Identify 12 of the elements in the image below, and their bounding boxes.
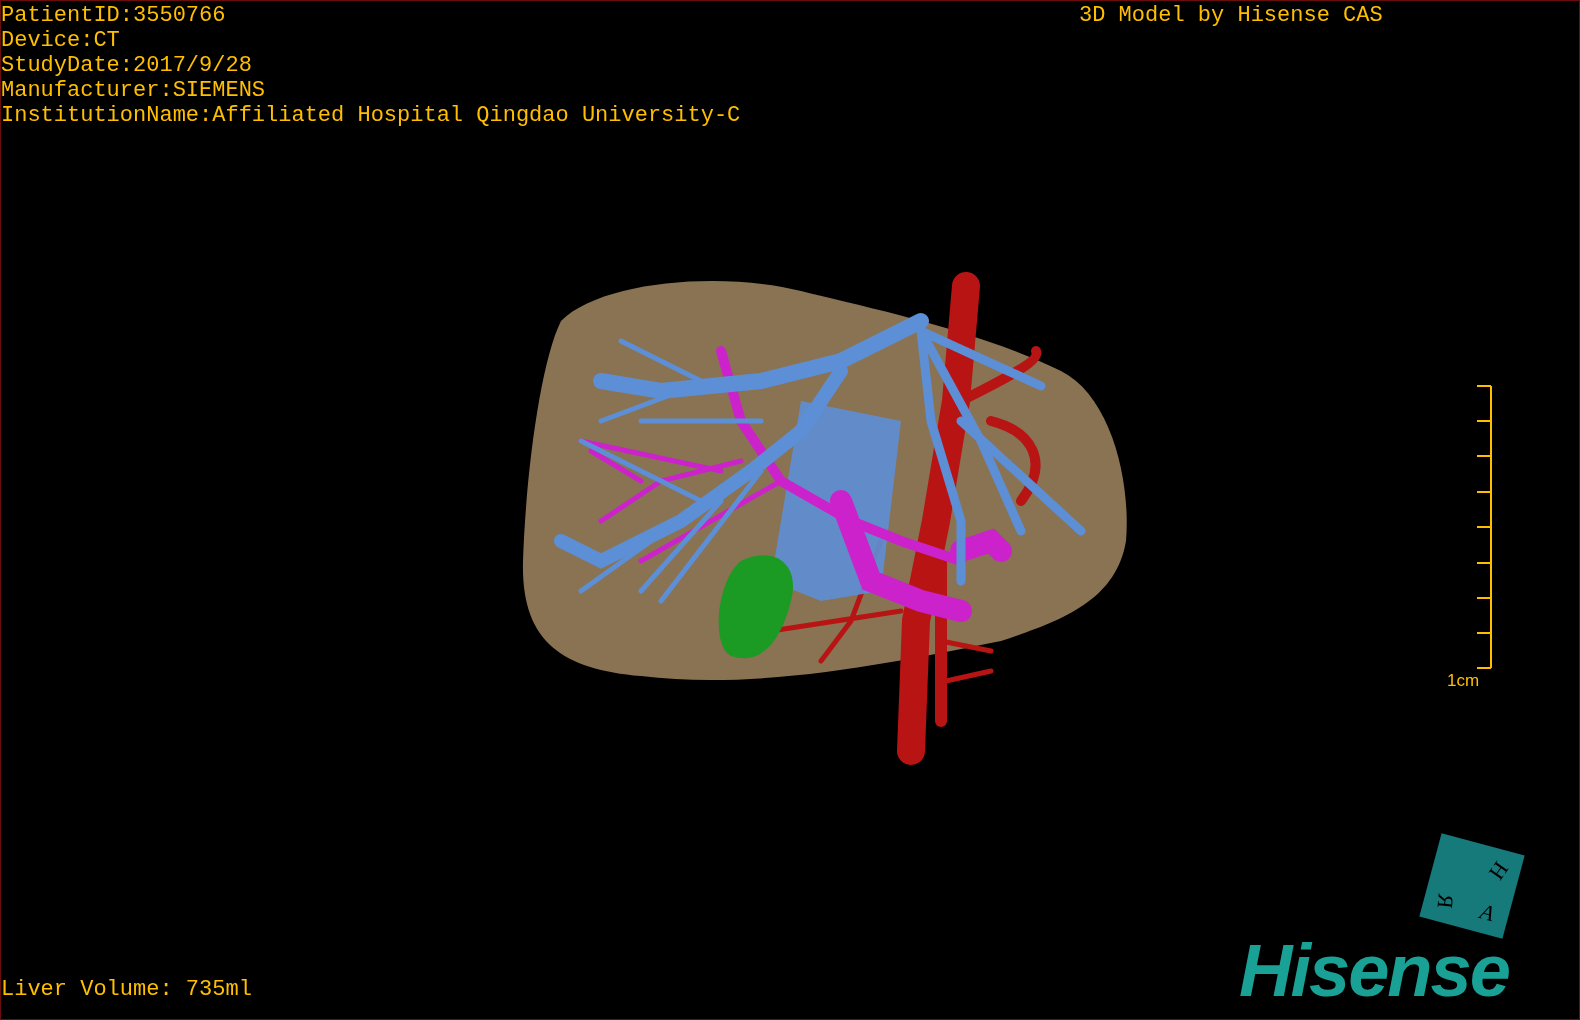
viewer-title: 3D Model by Hisense CAS bbox=[1079, 3, 1383, 28]
scale-label: 1cm bbox=[1447, 670, 1480, 692]
study-info-text: Manufacturer:SIEMENS bbox=[1, 78, 267, 103]
liver-volume-text: Liver Volume: 735ml bbox=[1, 977, 252, 1002]
study-info-text: PatientID:3550766 bbox=[1, 3, 227, 28]
cube-label: A bbox=[1476, 897, 1498, 929]
logo: Hisense bbox=[1239, 931, 1509, 1011]
cube-label: H bbox=[1482, 856, 1515, 887]
study-info-text: InstitutionName:Affiliated Hospital Qingdao University-C bbox=[1, 103, 741, 128]
cube-label: R bbox=[1431, 892, 1460, 910]
study-info-text: StudyDate:2017/9/28 bbox=[1, 53, 253, 78]
study-info-text: Device:CT bbox=[1, 28, 121, 53]
